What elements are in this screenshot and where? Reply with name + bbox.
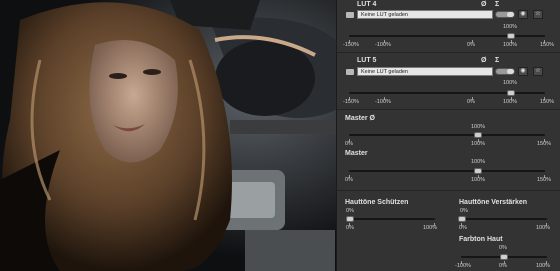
lut4-max-label: 150% [540, 42, 555, 48]
skin-protect-title: Hauttöne Schützen [345, 199, 409, 206]
lut4-star-icon[interactable]: ☆ [533, 10, 543, 19]
lut4-slider-track[interactable] [349, 35, 545, 37]
lut5-minus100-label: -100% [375, 99, 391, 105]
lut4-zero-label: 0% [467, 42, 475, 48]
master-average-title: Master Ø [345, 115, 375, 122]
master-average-slider-thumb[interactable] [474, 132, 482, 138]
lut4-file-field[interactable]: Keine LUT geladen [357, 10, 493, 19]
skin-hue-min-label: -100% [455, 263, 471, 269]
master-title: Master [345, 150, 368, 157]
master-average-value: 100% [471, 124, 486, 130]
skin-hue-zero-label: 0% [499, 263, 507, 269]
skin-protect-max-label: 100% [423, 225, 438, 231]
master-mid-label: 100% [471, 177, 486, 183]
lut4-toggle[interactable] [495, 11, 515, 18]
lut5-min-label: -150% [343, 99, 359, 105]
lut4-value: 100% [503, 24, 518, 30]
lut4-min-label: -150% [343, 42, 359, 48]
lut5-plus100-label: 100% [503, 99, 518, 105]
master-slider-track[interactable] [349, 170, 545, 172]
lut4-minus100-label: -100% [375, 42, 391, 48]
lut5-title: LUT 5 [357, 57, 377, 64]
master-slider-thumb[interactable] [474, 168, 482, 174]
skin-hue-max-label: 100% [536, 263, 551, 269]
lut4-slider-thumb[interactable] [507, 33, 515, 39]
portrait-photo [0, 0, 336, 271]
skin-enhance-min-label: 0% [459, 225, 467, 231]
master-min-label: 0% [345, 177, 353, 183]
lut5-slider-track[interactable] [349, 92, 545, 94]
lut5-max-label: 150% [540, 99, 555, 105]
skin-hue-title: Farbton Haut [459, 236, 503, 243]
master-average-max-label: 150% [537, 141, 552, 147]
skin-protect-min-label: 0% [346, 225, 354, 231]
lut5-toggle[interactable] [495, 68, 515, 75]
lut4-eye-icon[interactable]: ◉ [518, 10, 528, 19]
skin-enhance-max-label: 100% [536, 225, 551, 231]
lut4-sum-icon[interactable]: Σ [495, 1, 499, 8]
lut5-zero-label: 0% [467, 99, 475, 105]
lut5-folder-icon[interactable] [346, 69, 354, 75]
master-max-label: 150% [537, 177, 552, 183]
lut5-value: 100% [503, 80, 518, 86]
lut5-sum-icon[interactable]: Σ [495, 57, 499, 64]
portrait-image [0, 0, 336, 271]
master-average-mid-label: 100% [471, 141, 486, 147]
skin-enhance-slider-track[interactable] [461, 218, 547, 220]
lut5-slider-thumb[interactable] [507, 90, 515, 96]
skin-enhance-title: Hauttöne Verstärken [459, 199, 528, 206]
lut5-star-icon[interactable]: ☆ [533, 67, 543, 76]
skin-enhance-slider-thumb[interactable] [458, 216, 466, 222]
lut5-eye-icon[interactable]: ◉ [518, 67, 528, 76]
master-value: 100% [471, 159, 486, 165]
skin-protect-slider-track[interactable] [349, 218, 435, 220]
master-average-min-label: 0% [345, 141, 353, 147]
lut5-file-field[interactable]: Keine LUT geladen [357, 67, 493, 76]
lut4-title: LUT 4 [357, 1, 377, 8]
skin-protect-slider-thumb[interactable] [346, 216, 354, 222]
skin-enhance-value: 0% [460, 208, 468, 214]
skin-hue-slider-thumb[interactable] [500, 254, 508, 260]
skin-hue-value: 0% [499, 245, 507, 251]
skin-protect-value: 0% [346, 208, 354, 214]
lut4-average-icon[interactable]: Ø [481, 1, 486, 8]
lut5-average-icon[interactable]: Ø [481, 57, 486, 64]
lut4-folder-icon[interactable] [346, 12, 354, 18]
lut-adjustment-panel: LUT 4 Ø Σ Keine LUT geladen ◉ ☆ 100% -15… [336, 0, 560, 271]
lut4-plus100-label: 100% [503, 42, 518, 48]
master-average-slider-track[interactable] [349, 134, 545, 136]
